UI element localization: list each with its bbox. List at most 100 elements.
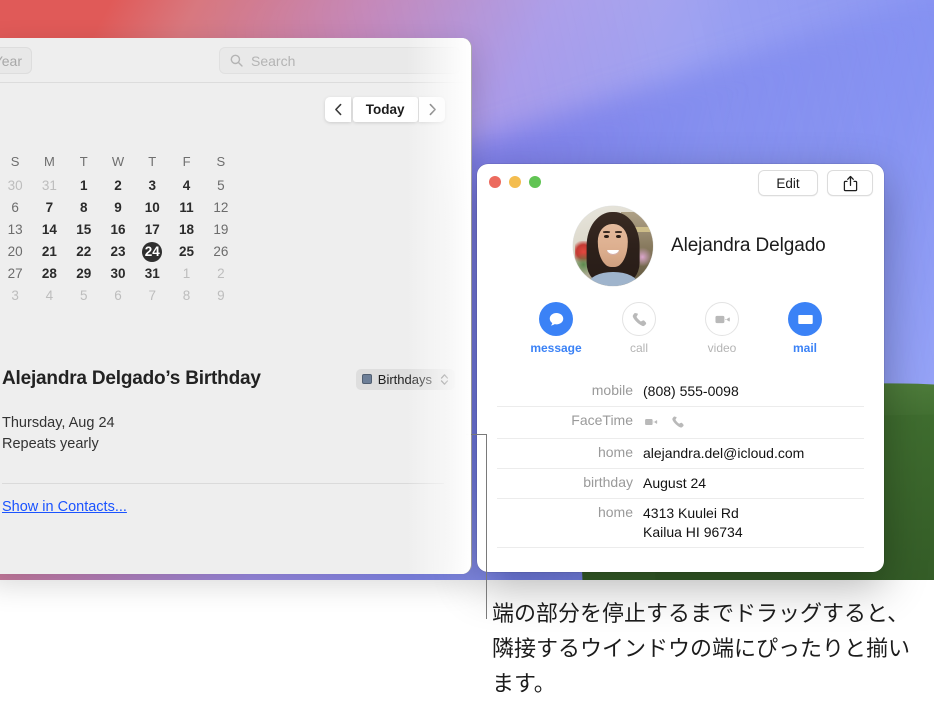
- calendar-day[interactable]: 21: [32, 241, 66, 263]
- calendar-day-number: 22: [76, 244, 92, 259]
- calendar-day[interactable]: 1: [169, 263, 203, 285]
- minimize-button[interactable]: [509, 176, 521, 188]
- calendar-day[interactable]: 30: [101, 263, 135, 285]
- calendar-day-number: 4: [182, 178, 191, 193]
- calendar-day[interactable]: 27: [0, 263, 32, 285]
- calendar-day-number: 23: [110, 244, 126, 259]
- close-button[interactable]: [489, 176, 501, 188]
- calendar-day-number: 7: [148, 288, 157, 303]
- calendar-day[interactable]: 8: [169, 285, 203, 307]
- weekday-header: W: [111, 154, 125, 169]
- show-in-contacts-link[interactable]: Show in Contacts...: [2, 499, 127, 515]
- calendar-day-number: 24: [142, 242, 163, 262]
- calendar-day[interactable]: 6: [0, 197, 32, 219]
- avatar: [573, 206, 653, 286]
- previous-month-button[interactable]: [325, 97, 352, 122]
- contact-field-label: birthday: [583, 474, 633, 490]
- calendar-day-number: 5: [217, 178, 225, 193]
- calendar-day[interactable]: 31: [135, 263, 169, 285]
- calendar-select[interactable]: Birthdays: [355, 368, 455, 390]
- calendar-day[interactable]: 19: [204, 219, 238, 241]
- today-button[interactable]: Today: [352, 97, 418, 122]
- contact-action-call[interactable]: call: [598, 302, 681, 355]
- avatar-brow-right: [615, 231, 622, 234]
- calendar-day[interactable]: 15: [67, 219, 101, 241]
- contact-action-message[interactable]: message: [515, 302, 598, 355]
- share-button[interactable]: [827, 170, 873, 196]
- contact-field-label: FaceTime: [571, 412, 633, 428]
- calendar-day-number: 11: [179, 200, 194, 215]
- zoom-button[interactable]: [529, 176, 541, 188]
- calendar-day[interactable]: 2: [204, 263, 238, 285]
- contact-field-row[interactable]: FaceTime: [497, 406, 864, 438]
- calendar-day[interactable]: 2: [101, 175, 135, 197]
- weekday-header: F: [182, 154, 191, 169]
- contact-field-row[interactable]: mobile (808) 555-0098: [497, 377, 864, 406]
- calendar-day-number: 7: [45, 200, 54, 215]
- month-grid[interactable]: S M T W T F S 30 31 1 2 3 4 5 6 7 8 9 10 11 12 13 14 15 16 17 18 19…: [0, 149, 238, 307]
- calendar-day[interactable]: 25: [169, 241, 203, 263]
- contact-action-mail[interactable]: mail: [764, 302, 847, 355]
- calendar-day[interactable]: 3: [135, 175, 169, 197]
- calendar-day-number: 20: [7, 244, 23, 259]
- contact-action-video[interactable]: video: [681, 302, 764, 355]
- contact-field-row[interactable]: birthday August 24: [497, 468, 864, 498]
- calendar-day[interactable]: 23: [101, 241, 135, 263]
- share-icon: [843, 175, 857, 191]
- calendar-day[interactable]: 9: [101, 197, 135, 219]
- facetime-icons[interactable]: [643, 412, 686, 433]
- contact-field-row[interactable]: home 4313 Kuulei Rd Kailua HI 96734: [497, 498, 864, 548]
- contact-identity: Alejandra Delgado: [477, 202, 884, 286]
- calendar-day[interactable]: 26: [204, 241, 238, 263]
- calendar-day-number: 30: [110, 266, 126, 281]
- edit-button[interactable]: Edit: [758, 170, 818, 196]
- calendar-day-number: 1: [79, 178, 88, 193]
- calendar-day[interactable]: 5: [204, 175, 238, 197]
- calendar-day[interactable]: 10: [135, 197, 169, 219]
- calendar-day-today[interactable]: 24: [135, 241, 169, 263]
- calendar-day[interactable]: 17: [135, 219, 169, 241]
- calendar-day[interactable]: 7: [32, 197, 66, 219]
- calendar-day[interactable]: 5: [67, 285, 101, 307]
- window-traffic-lights: [489, 176, 541, 188]
- calendar-day[interactable]: 4: [32, 285, 66, 307]
- calendar-day[interactable]: 14: [32, 219, 66, 241]
- calendar-day[interactable]: 31: [32, 175, 66, 197]
- next-month-button[interactable]: [419, 97, 445, 122]
- calendar-day[interactable]: 9: [204, 285, 238, 307]
- calendar-day[interactable]: 29: [67, 263, 101, 285]
- contact-name: Alejandra Delgado: [671, 235, 826, 256]
- event-header-row: Alejandra Delgado’s Birthday Birthdays: [2, 368, 455, 390]
- calendar-day[interactable]: 3: [0, 285, 32, 307]
- calendar-day[interactable]: 11: [169, 197, 203, 219]
- calendar-day[interactable]: 28: [32, 263, 66, 285]
- calendar-day[interactable]: 22: [67, 241, 101, 263]
- weekday-header: S: [216, 154, 226, 169]
- callout-pointer-line: [486, 434, 487, 619]
- calendar-day[interactable]: 6: [101, 285, 135, 307]
- calendar-day[interactable]: 8: [67, 197, 101, 219]
- video-camera-icon[interactable]: [643, 414, 659, 433]
- calendar-day-number: 29: [76, 266, 92, 281]
- contact-field-label: home: [597, 504, 633, 520]
- view-segment-year[interactable]: Year: [0, 47, 32, 74]
- avatar-brow-left: [603, 231, 610, 234]
- contact-field-label: mobile: [591, 382, 633, 398]
- calendar-day-number: 6: [114, 288, 122, 303]
- calendar-day[interactable]: 18: [169, 219, 203, 241]
- calendar-day[interactable]: 30: [0, 175, 32, 197]
- phone-icon: [672, 416, 684, 428]
- calendar-day-number: 3: [148, 178, 157, 193]
- calendar-day[interactable]: 16: [101, 219, 135, 241]
- contact-field-row[interactable]: home alejandra.del@icloud.com: [497, 438, 864, 468]
- weekday-header: S: [10, 154, 20, 169]
- phone-icon[interactable]: [670, 414, 686, 433]
- calendar-day[interactable]: 1: [67, 175, 101, 197]
- search-input[interactable]: Search: [219, 47, 460, 74]
- calendar-day[interactable]: 4: [169, 175, 203, 197]
- calendar-day-number: 31: [144, 266, 160, 281]
- calendar-day[interactable]: 20: [0, 241, 32, 263]
- calendar-day[interactable]: 7: [135, 285, 169, 307]
- calendar-day[interactable]: 12: [204, 197, 238, 219]
- calendar-day[interactable]: 13: [0, 219, 32, 241]
